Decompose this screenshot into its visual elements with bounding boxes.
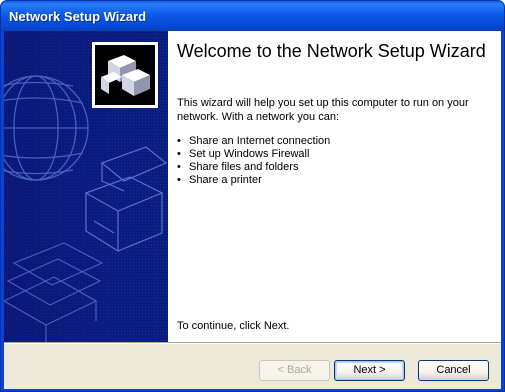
wizard-window: Network Setup Wizard Welcome to the Netw… [0,0,505,392]
button-separator [4,342,501,344]
list-item: • Share files and folders [177,161,299,173]
wizard-content: Welcome to the Network Setup Wizard This… [168,31,501,342]
wizard-side-banner [4,31,168,342]
bullet-icon: • [177,135,181,147]
wizard-intro-text: This wizard will help you set up this co… [177,97,469,123]
cancel-button[interactable]: Cancel [418,360,489,381]
continue-instruction: To continue, click Next. [177,320,290,332]
list-item: • Share a printer [177,174,262,186]
back-button[interactable]: < Back [259,360,330,381]
next-button[interactable]: Next > [334,360,405,381]
wizard-client-area: Welcome to the Network Setup Wizard This… [4,31,501,389]
window-title: Network Setup Wizard [9,9,147,24]
bullet-icon: • [177,161,181,173]
bullet-icon: • [177,174,181,186]
banner-artwork [4,31,168,342]
bullet-icon: • [177,148,181,160]
feature-list: • Share an Internet connection • Set up Wi… [177,135,330,187]
title-bar[interactable]: Network Setup Wizard [1,1,504,31]
wizard-heading: Welcome to the Network Setup Wizard [177,41,486,61]
list-item: • Set up Windows Firewall [177,148,310,160]
network-computers-icon [92,42,158,108]
list-item: • Share an Internet connection [177,135,331,147]
